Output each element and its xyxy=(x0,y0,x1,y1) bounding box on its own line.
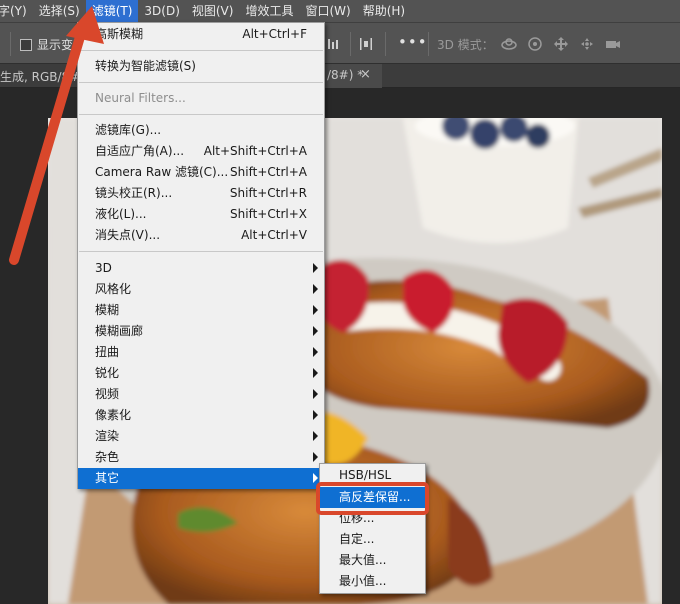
submenu-arrow-icon xyxy=(313,473,318,483)
menu-item-label: 其它 xyxy=(95,471,120,485)
menu-item-label: 高斯模糊 xyxy=(95,27,144,41)
menu-item-shortcut: Shift+Ctrl+X xyxy=(230,207,307,221)
menu-select[interactable]: 选择(S) xyxy=(33,0,86,22)
menu-item-gaussian-blur[interactable]: 高斯模糊 Alt+Ctrl+F xyxy=(78,24,324,45)
close-tab-icon[interactable]: × xyxy=(360,67,371,82)
submenu-item-label: 最大值... xyxy=(339,553,387,567)
menu-filter[interactable]: 滤镜(T) xyxy=(85,0,139,22)
submenu-arrow-icon xyxy=(313,431,318,441)
menu-item-noise[interactable]: 杂色 xyxy=(78,447,324,468)
more-options-button[interactable]: ••• xyxy=(398,33,428,51)
menu-item-sharpen[interactable]: 锐化 xyxy=(78,363,324,384)
menu-item-label: 自适应广角(A)... xyxy=(95,144,185,158)
menu-item-label: Camera Raw 滤镜(C)... xyxy=(95,165,229,179)
camera-3d-icon[interactable] xyxy=(604,35,622,53)
options-divider xyxy=(10,32,11,56)
menu-divider xyxy=(79,251,323,252)
menu-item-3d[interactable]: 3D xyxy=(78,258,324,279)
pan-3d-icon[interactable] xyxy=(552,35,570,53)
menu-item-shortcut: Alt+Ctrl+V xyxy=(241,228,307,242)
menu-item-label: 视频 xyxy=(95,387,120,401)
menu-item-convert-smart-filter[interactable]: 转换为智能滤镜(S) xyxy=(78,56,324,77)
menu-item-label: 锐化 xyxy=(95,366,120,380)
submenu-item-minimum[interactable]: 最小值... xyxy=(320,571,425,592)
align-bottom-icon[interactable] xyxy=(325,35,343,53)
options-divider xyxy=(428,32,429,56)
menu-item-shortcut: Alt+Shift+Ctrl+A xyxy=(203,144,307,158)
menu-item-label: 模糊 xyxy=(95,303,120,317)
menu-item-stylize[interactable]: 风格化 xyxy=(78,279,324,300)
menu-help[interactable]: 帮助(H) xyxy=(357,0,411,22)
menu-item-blur[interactable]: 模糊 xyxy=(78,300,324,321)
options-divider xyxy=(350,32,351,56)
submenu-arrow-icon xyxy=(313,347,318,357)
menu-item-label: 消失点(V)... xyxy=(95,228,161,242)
menu-3d[interactable]: 3D(D) xyxy=(138,0,185,22)
menu-item-label: 转换为智能滤镜(S) xyxy=(95,59,196,73)
menu-item-filter-gallery[interactable]: 滤镜库(G)... xyxy=(78,120,324,141)
submenu-arrow-icon xyxy=(313,389,318,399)
menu-item-pixelate[interactable]: 像素化 xyxy=(78,405,324,426)
menu-item-label: Neural Filters... xyxy=(95,91,186,105)
menu-item-vanishing-point[interactable]: 消失点(V)... Alt+Ctrl+V xyxy=(78,225,324,246)
menu-item-shortcut: Shift+Ctrl+A xyxy=(230,165,307,179)
menu-plugins[interactable]: 增效工具 xyxy=(239,0,299,22)
menu-item-other[interactable]: 其它 xyxy=(78,468,324,489)
menu-item-label: 3D xyxy=(95,261,112,275)
distribute-icon[interactable] xyxy=(357,35,375,53)
menu-item-label: 镜头校正(R)... xyxy=(95,186,173,200)
menu-item-label: 像素化 xyxy=(95,408,132,422)
menu-item-label: 杂色 xyxy=(95,450,120,464)
submenu-arrow-icon xyxy=(313,326,318,336)
submenu-arrow-icon xyxy=(313,368,318,378)
menu-item-label: 风格化 xyxy=(95,282,132,296)
menu-divider xyxy=(79,82,323,83)
menu-view[interactable]: 视图(V) xyxy=(186,0,240,22)
menu-item-label: 滤镜库(G)... xyxy=(95,123,162,137)
menu-item-render[interactable]: 渲染 xyxy=(78,426,324,447)
submenu-item-label: 自定... xyxy=(339,532,375,546)
menu-item-label: 渲染 xyxy=(95,429,120,443)
menu-divider xyxy=(79,114,323,115)
submenu-arrow-icon xyxy=(313,305,318,315)
document-tab-inactive[interactable]: 生成, RGB/8# xyxy=(0,68,79,85)
menu-item-distort[interactable]: 扭曲 xyxy=(78,342,324,363)
show-transform-label: 显示变 xyxy=(37,38,74,52)
menu-item-shortcut: Alt+Ctrl+F xyxy=(242,27,307,41)
annotation-highlight-box xyxy=(316,482,429,515)
filter-menu: 高斯模糊 Alt+Ctrl+F 转换为智能滤镜(S) Neural Filter… xyxy=(77,22,325,489)
menu-window[interactable]: 窗口(W) xyxy=(299,0,356,22)
menu-item-video[interactable]: 视频 xyxy=(78,384,324,405)
menu-item-label: 液化(L)... xyxy=(95,207,147,221)
submenu-item-maximum[interactable]: 最大值... xyxy=(320,550,425,571)
mode-3d-label: 3D 模式： xyxy=(437,38,494,52)
show-transform-checkbox[interactable] xyxy=(20,39,32,51)
menu-item-label: 模糊画廊 xyxy=(95,324,144,338)
menu-bar: 字(Y) 选择(S) 滤镜(T) 3D(D) 视图(V) 增效工具 窗口(W) … xyxy=(0,0,680,22)
menu-item-blur-gallery[interactable]: 模糊画廊 xyxy=(78,321,324,342)
slide-3d-icon[interactable] xyxy=(578,35,596,53)
submenu-arrow-icon xyxy=(313,410,318,420)
menu-item-camera-raw[interactable]: Camera Raw 滤镜(C)... Shift+Ctrl+A xyxy=(78,162,324,183)
menu-item-neural-filters[interactable]: Neural Filters... xyxy=(78,88,324,109)
menu-item-liquify[interactable]: 液化(L)... Shift+Ctrl+X xyxy=(78,204,324,225)
orbit-3d-icon[interactable] xyxy=(500,35,518,53)
options-divider xyxy=(385,32,386,56)
submenu-item-label: 最小值... xyxy=(339,574,387,588)
submenu-arrow-icon xyxy=(313,263,318,273)
menu-item-adaptive-wide-angle[interactable]: 自适应广角(A)... Alt+Shift+Ctrl+A xyxy=(78,141,324,162)
menu-item-label: 扭曲 xyxy=(95,345,120,359)
submenu-item-custom[interactable]: 自定... xyxy=(320,529,425,550)
submenu-arrow-icon xyxy=(313,284,318,294)
roll-3d-icon[interactable] xyxy=(526,35,544,53)
menu-item-lens-correction[interactable]: 镜头校正(R)... Shift+Ctrl+R xyxy=(78,183,324,204)
document-tab-title[interactable]: /8#) * xyxy=(327,68,363,82)
menu-type[interactable]: 字(Y) xyxy=(0,0,33,22)
submenu-arrow-icon xyxy=(313,452,318,462)
menu-divider xyxy=(79,50,323,51)
menu-item-shortcut: Shift+Ctrl+R xyxy=(229,186,307,200)
